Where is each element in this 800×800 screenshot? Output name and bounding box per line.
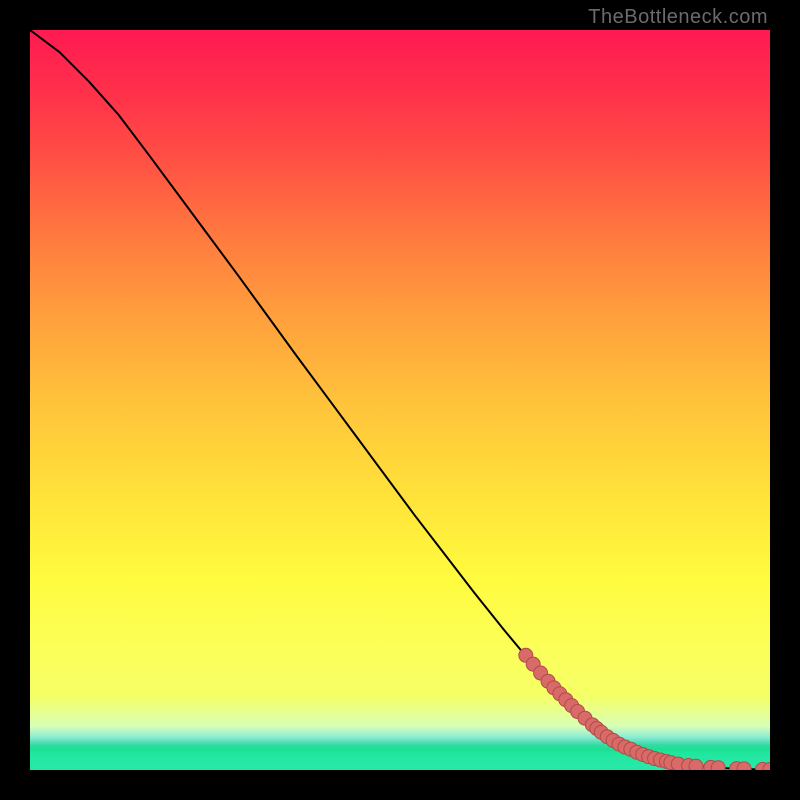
scatter-points bbox=[519, 648, 770, 770]
chart-overlay-svg bbox=[30, 30, 770, 770]
bottleneck-curve bbox=[30, 30, 770, 770]
data-point bbox=[711, 761, 725, 770]
chart-frame: TheBottleneck.com bbox=[0, 0, 800, 800]
attribution-text: TheBottleneck.com bbox=[588, 6, 768, 29]
data-point bbox=[689, 759, 703, 770]
plot-area bbox=[30, 30, 770, 770]
